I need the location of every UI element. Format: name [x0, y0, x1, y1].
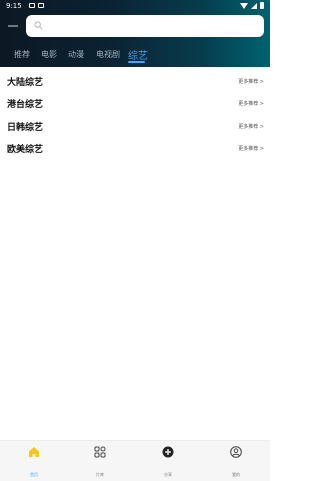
battery-icon: [260, 2, 264, 9]
more-link[interactable]: 更多推荐 >: [238, 100, 264, 107]
section-row[interactable]: 欧美综艺 更多推荐 >: [0, 137, 270, 159]
tab-variety[interactable]: 综艺: [128, 47, 148, 62]
section-title: 欧美综艺: [7, 145, 44, 155]
nav-label: 片库: [96, 472, 104, 477]
section-row[interactable]: 日韩综艺 更多推荐 >: [0, 115, 270, 137]
notification-icon: [29, 3, 35, 8]
plus-circle-icon: [162, 446, 174, 458]
section-title: 港台综艺: [7, 100, 44, 110]
signal-icon: [251, 2, 257, 9]
bottom-nav: 首页 片库 分享 我的: [0, 440, 270, 481]
nav-home[interactable]: 首页: [7, 441, 61, 481]
nav-label: 我的: [232, 472, 240, 477]
more-link[interactable]: 更多推荐 >: [238, 78, 264, 85]
grid-icon: [94, 446, 106, 458]
tab-anime[interactable]: 动漫: [68, 49, 84, 60]
nav-profile[interactable]: 我的: [209, 441, 263, 481]
tab-recommend[interactable]: 推荐: [14, 49, 30, 60]
notification-icon: [38, 3, 44, 8]
active-tab-indicator: [128, 61, 145, 63]
tab-tv-series[interactable]: 电视剧: [96, 49, 120, 60]
user-icon: [230, 446, 242, 458]
home-icon: [29, 447, 39, 457]
section-title: 日韩综艺: [7, 123, 44, 133]
search-input[interactable]: [26, 15, 264, 37]
header: 9:15 推荐 电影 动漫 电视剧 综艺: [0, 0, 270, 67]
search-icon: [34, 21, 43, 30]
nav-label: 首页: [30, 472, 38, 477]
section-row[interactable]: 港台综艺 更多推荐 >: [0, 92, 270, 114]
nav-share[interactable]: 分享: [141, 441, 195, 481]
status-bar: 9:15: [0, 0, 270, 12]
nav-label: 分享: [164, 472, 172, 477]
nav-library[interactable]: 片库: [73, 441, 127, 481]
tab-movies[interactable]: 电影: [41, 49, 57, 60]
status-time: 9:15: [6, 2, 22, 10]
section-row[interactable]: 大陆综艺 更多推荐 >: [0, 70, 270, 92]
more-link[interactable]: 更多推荐 >: [238, 123, 264, 130]
status-icons: [240, 2, 264, 9]
category-tabs: 推荐 电影 动漫 电视剧 综艺: [0, 46, 270, 64]
section-title: 大陆综艺: [7, 78, 44, 88]
menu-icon[interactable]: [8, 25, 18, 27]
wifi-icon: [240, 2, 248, 9]
more-link[interactable]: 更多推荐 >: [238, 145, 264, 152]
